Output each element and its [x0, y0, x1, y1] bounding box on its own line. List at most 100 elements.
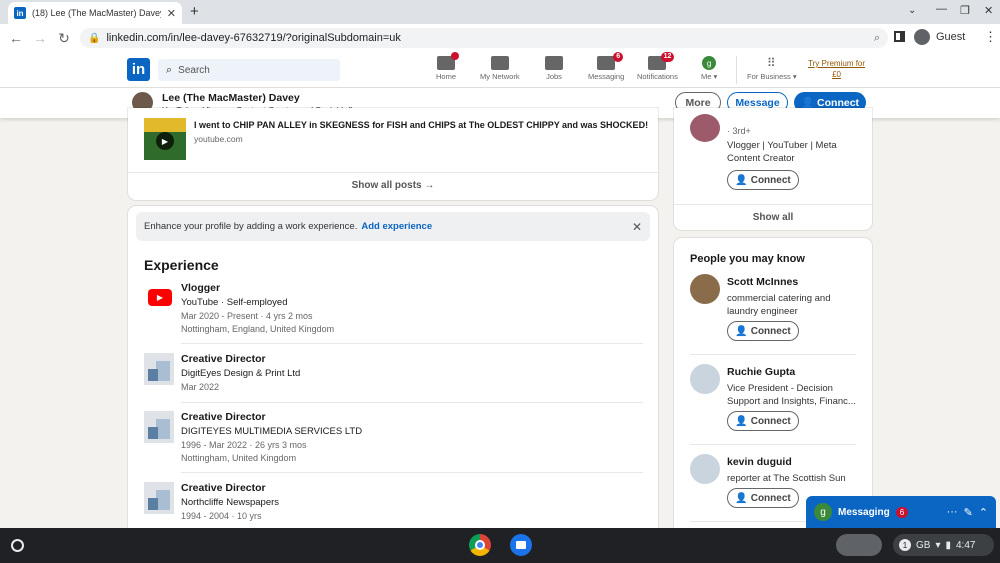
nav-jobs[interactable]: Jobs — [545, 56, 563, 81]
add-experience-banner: Enhance your profile by adding a work ex… — [136, 212, 650, 241]
close-window-icon[interactable]: ✕ — [984, 4, 993, 17]
reload-icon[interactable]: ↻ — [52, 30, 76, 47]
nav-me[interactable]: g Me ▾ — [701, 56, 717, 81]
nav-jobs-label: Jobs — [546, 72, 562, 81]
profile-avatar-icon[interactable] — [914, 29, 930, 45]
nav-messaging[interactable]: 6 Messaging — [588, 52, 625, 81]
site-info-icon[interactable]: 🔒 — [88, 33, 100, 44]
me-avatar: g — [702, 56, 717, 70]
experience-dates: Mar 2022 — [181, 382, 220, 392]
experience-location: Nottingham, United Kingdom — [181, 453, 297, 463]
tab-search-icon[interactable]: ⌄ — [908, 5, 916, 16]
more-options-icon[interactable]: ··· — [947, 506, 958, 518]
experience-item[interactable]: Creative Director DigitEyes Design & Pri… — [144, 353, 644, 403]
company-logo-icon — [144, 353, 174, 385]
experience-dates: 1994 - 2004 · 10 yrs — [181, 511, 262, 521]
connect-button[interactable]: 👤 Connect — [727, 411, 799, 431]
jobs-icon — [545, 56, 563, 70]
nav-messaging-label: Messaging — [588, 72, 625, 81]
chevron-up-icon[interactable]: ⌃ — [979, 506, 988, 519]
nav-notifications[interactable]: 12 Notifications — [637, 52, 678, 81]
video-source: youtube.com — [194, 134, 243, 144]
show-all-button[interactable]: Show all — [674, 212, 872, 223]
person-description: reporter at The Scottish Sun — [727, 473, 846, 484]
compose-icon[interactable]: ✎ — [964, 506, 973, 519]
linkedin-favicon-icon: in — [14, 7, 26, 19]
nav-notifications-label: Notifications — [637, 72, 678, 81]
launcher-icon[interactable] — [11, 539, 24, 552]
person-avatar[interactable] — [690, 114, 720, 142]
try-premium-link[interactable]: Try Premium for £0 — [808, 58, 865, 80]
connect-button[interactable]: 👤 Connect — [727, 321, 799, 341]
person-name[interactable]: Ruchie Gupta — [727, 366, 795, 378]
experience-title: Vlogger — [181, 282, 221, 294]
divider — [128, 172, 658, 173]
person-avatar[interactable] — [690, 274, 720, 304]
profile-label[interactable]: Guest — [936, 31, 965, 43]
files-icon[interactable] — [510, 534, 532, 556]
clock: 4:47 — [956, 539, 976, 551]
chrome-icon[interactable] — [469, 534, 491, 556]
experience-item[interactable]: Creative Director DIGITEYES MULTIMEDIA S… — [144, 411, 644, 473]
linkedin-logo[interactable]: in — [127, 58, 150, 81]
back-icon[interactable]: ← — [4, 30, 28, 46]
premium-line1: Try Premium for — [808, 59, 866, 68]
experience-company: DigitEyes Design & Print Ltd — [181, 368, 301, 379]
nav-my-network[interactable]: My Network — [480, 56, 520, 81]
company-logo-icon — [144, 411, 174, 443]
nav-network-label: My Network — [480, 72, 520, 81]
company-logo-icon — [144, 482, 174, 514]
nav-home[interactable]: Home — [436, 52, 459, 81]
status-tray[interactable]: 1 GB ▾ ▮ 4:47 — [893, 534, 994, 556]
messaging-badge: 6 — [895, 506, 909, 518]
search-bar[interactable]: ⌕ Search — [158, 59, 340, 81]
restore-icon[interactable]: ❐ — [960, 4, 970, 17]
new-tab-icon[interactable]: + — [190, 3, 199, 20]
add-person-icon: 👤 — [735, 174, 748, 186]
os-shelf: 1 GB ▾ ▮ 4:47 — [0, 528, 1000, 563]
person-degree: · 3rd+ — [727, 126, 751, 136]
divider — [181, 343, 643, 344]
holding-space-thumbnail[interactable] — [836, 534, 882, 556]
person-name[interactable]: Scott McInnes — [727, 276, 798, 288]
for-business-label: For Business ▾ — [747, 72, 797, 81]
home-icon — [437, 52, 459, 70]
messaging-overlay[interactable]: g Messaging 6 ··· ✎ ⌃ — [806, 496, 996, 528]
url-text: linkedin.com/in/lee-davey-67632719/?orig… — [106, 32, 401, 44]
video-title[interactable]: I went to CHIP PAN ALLEY in SKEGNESS for… — [194, 120, 654, 130]
messaging-badge: 6 — [613, 52, 624, 62]
connect-button[interactable]: 👤 Connect — [727, 170, 799, 190]
bell-icon: 12 — [648, 52, 675, 70]
person-avatar-placeholder[interactable] — [690, 364, 720, 394]
forward-icon[interactable]: → — [28, 30, 52, 46]
notifications-badge: 12 — [660, 52, 675, 62]
close-tab-icon[interactable]: ✕ — [167, 7, 176, 20]
add-person-icon: 👤 — [735, 492, 748, 504]
messaging-avatar: g — [814, 503, 832, 521]
side-panel-icon[interactable] — [894, 31, 905, 42]
experience-item[interactable]: Creative Director Northcliffe Newspapers… — [144, 482, 644, 526]
person-name[interactable]: kevin duguid — [727, 456, 792, 468]
address-bar[interactable]: 🔒 linkedin.com/in/lee-davey-67632719/?or… — [80, 28, 888, 48]
minimize-icon[interactable]: — — [936, 3, 947, 15]
experience-item[interactable]: ▶ Vlogger YouTube · Self-employed Mar 20… — [144, 282, 644, 344]
experience-location: Nottingham, England, United Kingdom — [181, 324, 335, 334]
browser-menu-icon[interactable]: ⋮ — [984, 29, 997, 45]
experience-company: Northcliffe Newspapers — [181, 497, 280, 508]
divider — [736, 56, 737, 84]
video-thumbnail[interactable]: ▶ — [144, 118, 186, 160]
person-description: Vlogger | YouTuber | Meta Content Creato… — [727, 140, 837, 164]
person-avatar-placeholder[interactable] — [690, 454, 720, 484]
nav-for-business[interactable]: ⠿ For Business ▾ — [747, 56, 797, 81]
connect-button[interactable]: 👤 Connect — [727, 488, 799, 508]
person-description: commercial catering and laundry engineer — [727, 293, 831, 317]
sticky-name: Lee (The MacMaster) Davey — [162, 92, 300, 104]
zoom-icon[interactable]: ⌕ — [874, 32, 880, 45]
notification-count: 1 — [899, 539, 911, 551]
browser-tab[interactable]: in (18) Lee (The MacMaster) Davey ✕ — [8, 2, 182, 24]
play-icon: ▶ — [156, 132, 174, 150]
close-banner-icon[interactable]: ✕ — [632, 220, 642, 234]
show-all-posts-button[interactable]: Show all posts → — [128, 180, 658, 191]
divider — [181, 472, 643, 473]
add-experience-link[interactable]: Add experience — [361, 221, 432, 232]
